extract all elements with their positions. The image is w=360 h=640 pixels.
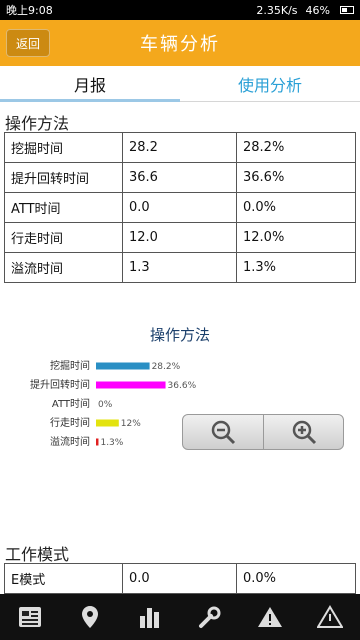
table-row: ATT时间 0.0 0.0% bbox=[4, 192, 356, 223]
work-mode-table: E模式 0.0 0.0% bbox=[4, 563, 356, 594]
chart-category-label: 溢流时间 bbox=[50, 435, 90, 448]
row-percent: 1.3% bbox=[236, 252, 356, 283]
operation-section-title: 操作方法 bbox=[5, 114, 70, 133]
chart-value-label: 28.2% bbox=[152, 362, 181, 372]
battery-percent: 46% bbox=[305, 3, 330, 17]
warning-icon bbox=[258, 607, 282, 627]
chart-title: 操作方法 bbox=[150, 326, 210, 344]
chart-category-label: 提升回转时间 bbox=[30, 378, 90, 391]
status-time: 晚上9:08 bbox=[6, 4, 53, 17]
row-name: E模式 bbox=[4, 563, 123, 594]
nav-item-analysis[interactable] bbox=[120, 594, 180, 640]
row-value: 36.6 bbox=[122, 162, 237, 193]
zoom-out-button[interactable] bbox=[183, 415, 263, 449]
tab-monthly-report[interactable]: 月报 bbox=[0, 66, 180, 102]
bottom-nav bbox=[0, 594, 360, 640]
tab-bar: 月报 使用分析 bbox=[0, 66, 360, 102]
table-row: 溢流时间 1.3 1.3% bbox=[4, 252, 356, 283]
operation-table: 挖掘时间 28.2 28.2% 提升回转时间 36.6 36.6% ATT时间 … bbox=[4, 132, 356, 283]
nav-item-maintenance[interactable] bbox=[180, 594, 240, 640]
row-name: 行走时间 bbox=[4, 222, 123, 253]
battery-icon bbox=[340, 6, 354, 14]
chart-value-label: 0% bbox=[98, 400, 113, 410]
status-bar: 晚上9:08 2.35K/s 46% bbox=[0, 0, 360, 20]
work-mode-section-title: 工作模式 bbox=[5, 545, 70, 564]
chart-category-label: 行走时间 bbox=[50, 416, 90, 429]
row-value: 12.0 bbox=[122, 222, 237, 253]
row-name: 溢流时间 bbox=[4, 252, 123, 283]
zoom-controls bbox=[182, 414, 344, 450]
row-value: 1.3 bbox=[122, 252, 237, 283]
chart-category-label: ATT时间 bbox=[52, 397, 90, 410]
table-row: 行走时间 12.0 12.0% bbox=[4, 222, 356, 253]
nav-item-alert[interactable] bbox=[300, 594, 360, 640]
title-bar: 返回 车辆分析 bbox=[0, 20, 360, 66]
row-percent: 36.6% bbox=[236, 162, 356, 193]
zoom-in-button[interactable] bbox=[263, 415, 343, 449]
zoom-in-icon bbox=[292, 420, 316, 445]
row-percent: 0.0% bbox=[236, 192, 356, 223]
chart-bar bbox=[96, 381, 166, 389]
chart-bar bbox=[96, 419, 119, 427]
page-title: 车辆分析 bbox=[140, 34, 220, 55]
row-name: 挖掘时间 bbox=[4, 132, 123, 163]
row-percent: 0.0% bbox=[236, 563, 356, 594]
bar-chart-icon bbox=[140, 608, 159, 628]
chart-value-label: 36.6% bbox=[168, 381, 197, 391]
chart-category-label: 挖掘时间 bbox=[50, 359, 90, 372]
table-row: 提升回转时间 36.6 36.6% bbox=[4, 162, 356, 193]
zoom-out-icon bbox=[211, 420, 236, 445]
row-percent: 12.0% bbox=[236, 222, 356, 253]
network-speed: 2.35K/s bbox=[256, 3, 298, 17]
row-name: ATT时间 bbox=[4, 192, 123, 223]
nav-item-report[interactable] bbox=[0, 594, 60, 640]
table-row: 挖掘时间 28.2 28.2% bbox=[4, 132, 356, 163]
row-name: 提升回转时间 bbox=[4, 162, 123, 193]
nav-item-location[interactable] bbox=[60, 594, 120, 640]
alert-icon bbox=[317, 605, 343, 628]
wrench-icon bbox=[199, 606, 221, 628]
row-value: 0.0 bbox=[122, 192, 237, 223]
chart-bar bbox=[96, 438, 99, 446]
report-icon bbox=[19, 607, 41, 627]
row-percent: 28.2% bbox=[236, 132, 356, 163]
row-value: 28.2 bbox=[122, 132, 237, 163]
table-row: E模式 0.0 0.0% bbox=[4, 563, 356, 594]
location-pin-icon bbox=[82, 606, 98, 628]
chart-value-label: 1.3% bbox=[100, 438, 123, 448]
back-button[interactable]: 返回 bbox=[6, 29, 50, 57]
nav-item-warning[interactable] bbox=[240, 594, 300, 640]
chart-bar bbox=[96, 362, 150, 370]
chart-value-label: 12% bbox=[121, 419, 141, 429]
tab-usage-analysis[interactable]: 使用分析 bbox=[180, 66, 360, 101]
row-value: 0.0 bbox=[122, 563, 237, 594]
